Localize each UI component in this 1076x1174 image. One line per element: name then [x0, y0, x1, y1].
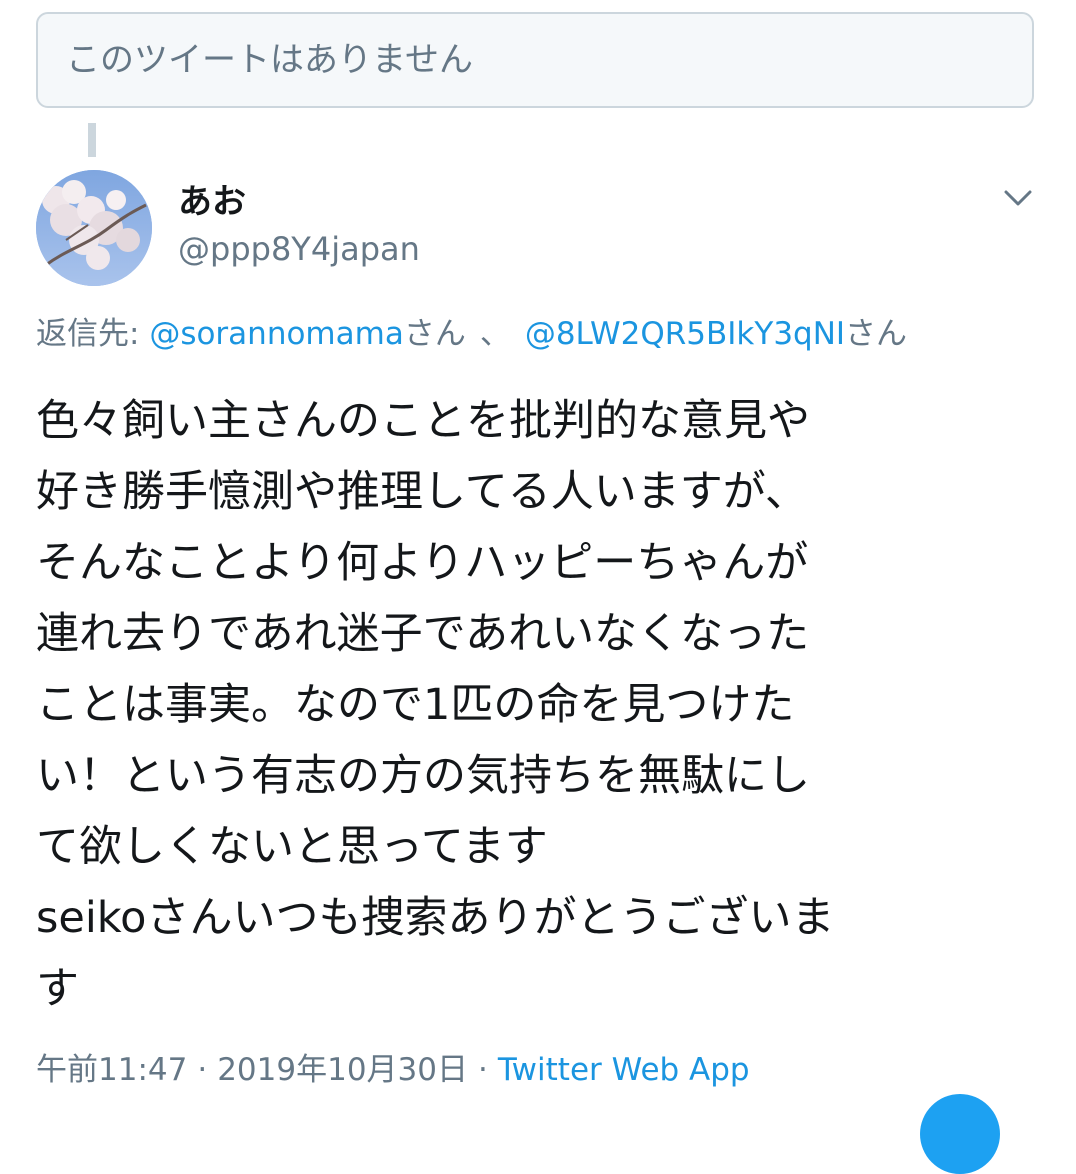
- tweet-time[interactable]: 午前11:47: [36, 1052, 187, 1088]
- tweet-text-line: そんなことより何よりハッピーちゃんが: [36, 538, 809, 588]
- tweet-text-line: ことは事実。なので1匹の命を見つけた: [36, 680, 795, 730]
- tweet-text-line: て欲しくないと思ってます: [36, 822, 548, 872]
- user-handle[interactable]: @ppp8Y4japan: [178, 230, 420, 268]
- meta-separator: ·: [478, 1052, 488, 1088]
- avatar[interactable]: [36, 170, 152, 286]
- reply-mention-1[interactable]: @sorannomama: [149, 316, 404, 352]
- display-name[interactable]: あお: [178, 182, 246, 222]
- tweet-menu-button[interactable]: [998, 180, 1038, 216]
- reply-mention-1-suffix: さん: [403, 316, 466, 352]
- replying-to-label: 返信先:: [36, 316, 140, 352]
- unavailable-tweet-text: このツイートはありません: [66, 40, 473, 80]
- tweet-text-line: い！という有志の方の気持ちを無駄にし: [36, 751, 810, 801]
- reply-mention-2-suffix: さん: [845, 316, 908, 352]
- reply-separator: 、: [479, 316, 511, 352]
- meta-separator: ·: [197, 1052, 208, 1088]
- tweet-text-line: す: [36, 964, 79, 1014]
- tweet-meta: 午前11:47 · 2019年10月30日 · Twitter Web App: [36, 1050, 750, 1090]
- thread-connector-line: [88, 123, 96, 157]
- reply-mention-2[interactable]: @8LW2QR5BIkY3qNI: [525, 316, 845, 352]
- chevron-down-icon: [1004, 190, 1032, 206]
- compose-tweet-button[interactable]: [920, 1094, 1000, 1174]
- tweet-date[interactable]: 2019年10月30日: [217, 1052, 468, 1088]
- tweet-text-line: 連れ去りであれ迷子であれいなくなった: [36, 609, 810, 659]
- unavailable-tweet-card: このツイートはありません: [36, 12, 1034, 108]
- tweet-text-line: 好き勝手憶測や推理してる人いますが、: [36, 467, 808, 517]
- profile-photo-icon: [36, 170, 152, 286]
- tweet-text: 色々飼い主さんのことを批判的な意見や 好き勝手憶測や推理してる人いますが、 そん…: [36, 386, 1046, 1025]
- tweet-text-line: seikoさんいつも捜索ありがとうございま: [36, 893, 835, 943]
- tweet-text-line: 色々飼い主さんのことを批判的な意見や: [36, 396, 810, 446]
- tweet-source-link[interactable]: Twitter Web App: [498, 1052, 750, 1088]
- replying-to: 返信先: @sorannomamaさん、 @8LW2QR5BIkY3qNIさん: [36, 314, 907, 354]
